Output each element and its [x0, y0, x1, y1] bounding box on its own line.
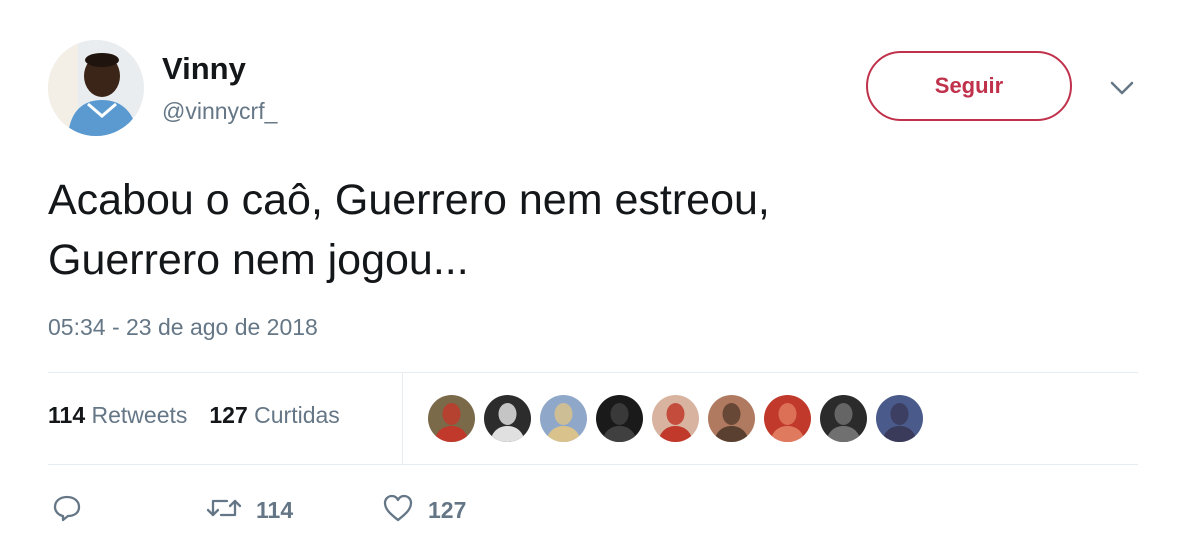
likes-count: 127: [209, 402, 248, 428]
liker-avatar[interactable]: [484, 395, 531, 442]
liker-avatar[interactable]: [708, 395, 755, 442]
liker-avatar[interactable]: [820, 395, 867, 442]
tweet-stats: 114 Retweets 127 Curtidas: [48, 402, 340, 429]
tweet-timestamp[interactable]: 05:34 - 23 de ago de 2018: [48, 314, 318, 341]
retweet-button[interactable]: 114: [206, 493, 382, 528]
retweets-stat[interactable]: 114 Retweets: [48, 402, 187, 429]
tweet-actions: 114 127: [52, 493, 466, 528]
user-handle[interactable]: @vinnycrf_: [162, 98, 277, 125]
retweet-icon: [206, 493, 242, 528]
liker-avatar[interactable]: [596, 395, 643, 442]
heart-icon: [382, 493, 414, 528]
liker-avatar[interactable]: [540, 395, 587, 442]
follow-button[interactable]: Seguir: [866, 51, 1072, 121]
retweet-count: 114: [256, 497, 294, 523]
likes-stat[interactable]: 127 Curtidas: [209, 402, 339, 429]
avatar[interactable]: [48, 40, 144, 136]
user-name[interactable]: Vinny: [162, 51, 246, 87]
like-button[interactable]: 127: [382, 493, 466, 528]
retweets-label: Retweets: [91, 402, 188, 428]
liker-avatar[interactable]: [652, 395, 699, 442]
likes-label: Curtidas: [254, 402, 340, 428]
tweet-text-line-2: Guerrero nem jogou...: [48, 236, 469, 284]
divider: [48, 464, 1138, 465]
tweet-text: Acabou o caô, Guerrero nem estreou, Guer…: [48, 170, 1148, 290]
liker-avatar[interactable]: [764, 395, 811, 442]
tweet-text-line-1: Acabou o caô, Guerrero nem estreou,: [48, 176, 770, 224]
liker-avatar[interactable]: [428, 395, 475, 442]
chevron-down-icon[interactable]: [1108, 78, 1136, 98]
reply-icon: [52, 493, 82, 528]
stats-divider: [402, 373, 403, 464]
liker-avatars: [428, 395, 923, 442]
liker-avatar[interactable]: [876, 395, 923, 442]
retweets-count: 114: [48, 402, 86, 428]
reply-button[interactable]: [52, 493, 206, 528]
like-count: 127: [428, 497, 467, 523]
divider: [48, 372, 1138, 373]
